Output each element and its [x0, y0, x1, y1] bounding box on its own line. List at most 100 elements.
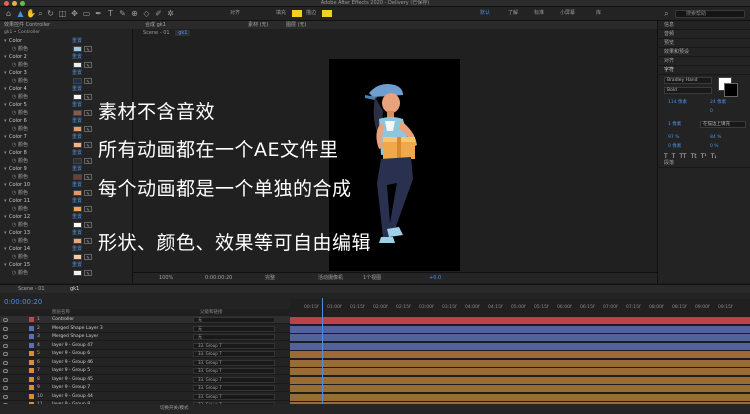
stopwatch-icon[interactable]: ◷: [12, 141, 16, 149]
fill-swatch[interactable]: [292, 10, 302, 17]
stopwatch-icon[interactable]: ◷: [12, 189, 16, 197]
layer-duration-bar[interactable]: [290, 393, 750, 401]
layer-name[interactable]: Merged Shape Layer 3: [52, 325, 103, 333]
stopwatch-icon[interactable]: ◷: [12, 77, 16, 85]
home-icon[interactable]: ⌂: [4, 9, 13, 18]
effect-item[interactable]: ▾ Color 重置: [0, 37, 133, 45]
eyedropper-icon[interactable]: ✎: [84, 110, 92, 116]
layer-duration-bar[interactable]: [290, 334, 750, 341]
stopwatch-icon[interactable]: ◷: [12, 93, 16, 101]
reset-link[interactable]: 重置: [72, 197, 82, 205]
layer-duration-bar[interactable]: [290, 317, 750, 324]
align-label[interactable]: 对齐: [230, 10, 240, 17]
disclosure-triangle-icon[interactable]: ▾: [4, 245, 7, 253]
disclosure-triangle-icon[interactable]: ▾: [4, 117, 7, 125]
layer-name[interactable]: layer 9 - Group 44: [52, 393, 93, 401]
eyedropper-icon[interactable]: ✎: [84, 190, 92, 196]
stroke-swatch[interactable]: [322, 10, 332, 17]
label-color-chip[interactable]: [29, 368, 34, 373]
layer-row[interactable]: 4 layer 9 - Group 47 33. Group 7: [0, 342, 290, 350]
eyedropper-icon[interactable]: ✎: [84, 174, 92, 180]
parent-dropdown[interactable]: 无: [193, 317, 275, 323]
visibility-eye-icon[interactable]: [3, 326, 8, 331]
visibility-eye-icon[interactable]: [3, 386, 8, 390]
eyedropper-icon[interactable]: ✎: [84, 158, 92, 164]
layer-row[interactable]: 7 layer 9 - Group 5 33. Group 7: [0, 367, 290, 375]
horizontal-scale-value[interactable]: 84 %: [710, 135, 721, 141]
stroke-order-dropdown[interactable]: 在描边上填充: [700, 121, 746, 128]
reset-link[interactable]: 重置: [72, 133, 82, 141]
kerning-value[interactable]: 0: [710, 109, 713, 115]
visibility-eye-icon[interactable]: [3, 377, 8, 382]
color-swatch[interactable]: [73, 190, 82, 196]
tab-scene[interactable]: Scene - 01: [18, 285, 45, 293]
eyedropper-icon[interactable]: ✎: [84, 62, 92, 68]
baseline-shift-value[interactable]: 0 像素: [668, 144, 681, 150]
font-size-value[interactable]: 114 像素: [668, 100, 687, 106]
fill-label[interactable]: 填充: [276, 10, 286, 17]
stopwatch-icon[interactable]: ◷: [12, 157, 16, 165]
effect-item[interactable]: ▾ Color 12 重置: [0, 213, 133, 221]
puppet-pin-tool-icon[interactable]: ✲: [166, 9, 175, 18]
eyedropper-icon[interactable]: ✎: [84, 94, 92, 100]
eyedropper-icon[interactable]: ✎: [84, 206, 92, 212]
stopwatch-icon[interactable]: ◷: [12, 221, 16, 229]
color-swatch[interactable]: [73, 94, 82, 100]
pen-tool-icon[interactable]: ✒: [94, 9, 103, 18]
effect-item[interactable]: ▾ Color 15 重置: [0, 261, 133, 269]
workspace-learn[interactable]: 了解: [508, 10, 518, 17]
exposure-value[interactable]: +0.0: [429, 273, 441, 283]
visibility-eye-icon[interactable]: [3, 369, 8, 373]
disclosure-triangle-icon[interactable]: ▾: [4, 229, 7, 237]
panel-audio[interactable]: 音频: [658, 30, 750, 39]
parent-dropdown[interactable]: 33. Group 7: [193, 368, 275, 374]
parent-dropdown[interactable]: 无: [193, 325, 275, 332]
clone-stamp-tool-icon[interactable]: ⊕: [130, 9, 139, 18]
reset-link[interactable]: 重置: [72, 261, 82, 269]
workspace-default[interactable]: 默认: [480, 10, 490, 17]
color-swatch[interactable]: [73, 254, 82, 260]
reset-link[interactable]: 重置: [72, 53, 82, 61]
leading-value[interactable]: 24 像素: [710, 100, 726, 106]
color-swatch[interactable]: [73, 78, 82, 84]
eyedropper-icon[interactable]: ✎: [84, 46, 92, 52]
effect-item[interactable]: ▾ Color 4 重置: [0, 85, 133, 93]
workspace-libraries[interactable]: 库: [596, 10, 601, 17]
resolution-dropdown[interactable]: 完整: [265, 273, 275, 283]
panel-info[interactable]: 信息: [658, 21, 750, 30]
layer-duration-bar[interactable]: [290, 351, 750, 358]
reset-link[interactable]: 重置: [72, 37, 82, 45]
tsume-value[interactable]: 0 %: [710, 144, 719, 150]
layer-duration-bar[interactable]: [290, 359, 750, 367]
timeline-timecode[interactable]: 0:00:00:20: [4, 298, 42, 306]
layer-duration-bar[interactable]: [290, 325, 750, 333]
eyedropper-icon[interactable]: ✎: [84, 222, 92, 228]
color-swatch[interactable]: [73, 158, 82, 164]
label-color-chip[interactable]: [29, 342, 34, 348]
zoom-tool-icon[interactable]: ⌕: [36, 9, 45, 18]
camera-dropdown[interactable]: 活动摄像机: [318, 273, 343, 283]
layer-row[interactable]: 6 layer 9 - Group 46 33. Group 7: [0, 359, 290, 367]
color-swatch[interactable]: [73, 126, 82, 132]
text-tool-icon[interactable]: T: [106, 9, 115, 18]
layer-duration-bar[interactable]: [290, 368, 750, 375]
parent-dropdown[interactable]: 33. Group 7: [193, 359, 275, 366]
label-color-chip[interactable]: [29, 325, 34, 331]
stopwatch-icon[interactable]: ◷: [12, 269, 16, 277]
disclosure-triangle-icon[interactable]: ▾: [4, 197, 7, 205]
stopwatch-icon[interactable]: ◷: [12, 237, 16, 245]
eyedropper-icon[interactable]: ✎: [84, 270, 92, 276]
color-swatch[interactable]: [73, 206, 82, 212]
panel-preview[interactable]: 预览: [658, 39, 750, 48]
rectangle-tool-icon[interactable]: ▭: [82, 9, 91, 18]
color-swatch[interactable]: [73, 270, 82, 276]
visibility-eye-icon[interactable]: [3, 335, 8, 339]
disclosure-triangle-icon[interactable]: ▾: [4, 133, 7, 141]
vertical-scale-value[interactable]: 97 %: [668, 135, 679, 141]
eyedropper-icon[interactable]: ✎: [84, 78, 92, 84]
layer-row[interactable]: 3 Merged Shape Layer 无: [0, 333, 290, 341]
disclosure-triangle-icon[interactable]: ▾: [4, 261, 7, 269]
reset-link[interactable]: 重置: [72, 85, 82, 93]
layer-name[interactable]: layer 9 - Group 45: [52, 376, 93, 384]
label-color-chip[interactable]: [29, 385, 34, 390]
